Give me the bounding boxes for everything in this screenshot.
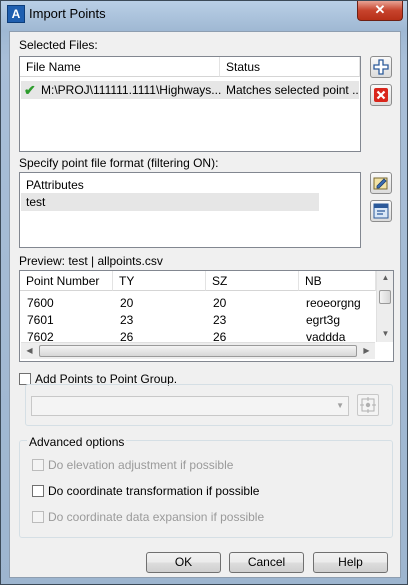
file-row[interactable]: ✔ M:\PROJ\111111.1111\Highways... Matche…	[21, 81, 359, 99]
elevation-adjustment-label: Do elevation adjustment if possible	[48, 458, 234, 472]
table-cell: 23	[213, 313, 227, 327]
table-cell: 7601	[27, 313, 54, 327]
edit-format-button[interactable]	[370, 172, 392, 194]
manage-format-button[interactable]	[370, 200, 392, 222]
window-title: Import Points	[29, 6, 106, 21]
scroll-up-icon[interactable]: ▲	[377, 273, 393, 282]
preview-table[interactable]: Point Number TY SZ NB 7600 20 20 reoeorg…	[19, 270, 394, 362]
format-list[interactable]: PAttributes test	[19, 172, 361, 248]
column-header-ty[interactable]: TY	[113, 271, 206, 291]
remove-file-button[interactable]	[370, 84, 392, 106]
ok-button[interactable]: OK	[146, 552, 221, 573]
table-cell: 20	[120, 296, 134, 310]
selected-files-list[interactable]: File Name Status ✔ M:\PROJ\111111.1111\H…	[19, 56, 361, 152]
preview-label: Preview: test | allpoints.csv	[19, 254, 163, 268]
help-button[interactable]: Help	[313, 552, 388, 573]
chevron-down-icon: ▼	[336, 401, 344, 410]
import-points-dialog: A Import Points ✕ Selected Files: File N…	[0, 0, 408, 585]
coordinate-expansion-checkbox[interactable]	[32, 511, 44, 523]
table-cell: 7602	[27, 330, 54, 342]
table-cell: 23	[120, 313, 134, 327]
table-cell: reoeorgng	[306, 296, 361, 310]
preview-vertical-scrollbar[interactable]: ▲ ▼	[376, 271, 393, 342]
manage-format-icon	[373, 203, 389, 219]
edit-format-icon	[373, 177, 388, 190]
column-header-sz[interactable]: SZ	[206, 271, 299, 291]
table-cell: 26	[213, 330, 227, 342]
point-group-picker-button[interactable]	[357, 394, 379, 416]
coordinate-transformation-label: Do coordinate transformation if possible	[48, 484, 260, 498]
add-file-icon	[373, 59, 389, 75]
column-header-status[interactable]: Status	[220, 57, 360, 77]
check-icon: ✔	[24, 82, 36, 98]
table-cell: 26	[120, 330, 134, 342]
format-label: Specify point file format (filtering ON)…	[19, 156, 219, 170]
title-bar[interactable]: A Import Points ✕	[1, 1, 407, 27]
horizontal-scroll-thumb[interactable]	[39, 345, 357, 357]
table-cell: vaddda	[306, 330, 346, 342]
table-cell: egrt3g	[306, 313, 341, 327]
table-row[interactable]: 7601 23 23 egrt3g	[21, 311, 376, 329]
app-logo-icon: A	[7, 5, 25, 23]
add-file-button[interactable]	[370, 56, 392, 78]
remove-file-icon	[374, 88, 388, 102]
table-cell: 7600	[27, 296, 54, 310]
table-row[interactable]: 7602 26 26 vaddda	[21, 328, 376, 342]
format-item[interactable]: PAttributes	[26, 176, 316, 194]
vertical-scroll-thumb[interactable]	[379, 290, 391, 304]
column-header-nb[interactable]: NB	[299, 271, 376, 291]
preview-horizontal-scrollbar[interactable]: ◀ ▶	[21, 342, 375, 359]
table-row[interactable]: 7600 20 20 reoeorgng	[21, 294, 376, 312]
close-button[interactable]: ✕	[357, 1, 403, 21]
elevation-adjustment-checkbox[interactable]	[32, 459, 44, 471]
advanced-options-title: Advanced options	[27, 435, 127, 449]
dialog-body: Selected Files: File Name Status ✔ M:\PR…	[9, 31, 401, 578]
coordinate-expansion-label: Do coordinate data expansion if possible	[48, 510, 265, 524]
column-header-point-number[interactable]: Point Number	[20, 271, 113, 291]
format-item-selected[interactable]: test	[21, 193, 319, 211]
scroll-left-icon[interactable]: ◀	[21, 346, 38, 355]
file-status-cell: Matches selected point ...	[226, 83, 358, 97]
column-header-file-name[interactable]: File Name	[20, 57, 220, 77]
file-name-cell: M:\PROJ\111111.1111\Highways...	[41, 83, 221, 97]
coordinate-transformation-checkbox[interactable]	[32, 485, 44, 497]
table-cell: 20	[213, 296, 227, 310]
cancel-button[interactable]: Cancel	[229, 552, 304, 573]
scroll-right-icon[interactable]: ▶	[358, 346, 375, 355]
point-group-dropdown[interactable]: ▼	[31, 396, 349, 416]
selected-files-label: Selected Files:	[19, 38, 98, 52]
scroll-down-icon[interactable]: ▼	[377, 329, 393, 338]
point-group-picker-icon	[360, 397, 376, 413]
